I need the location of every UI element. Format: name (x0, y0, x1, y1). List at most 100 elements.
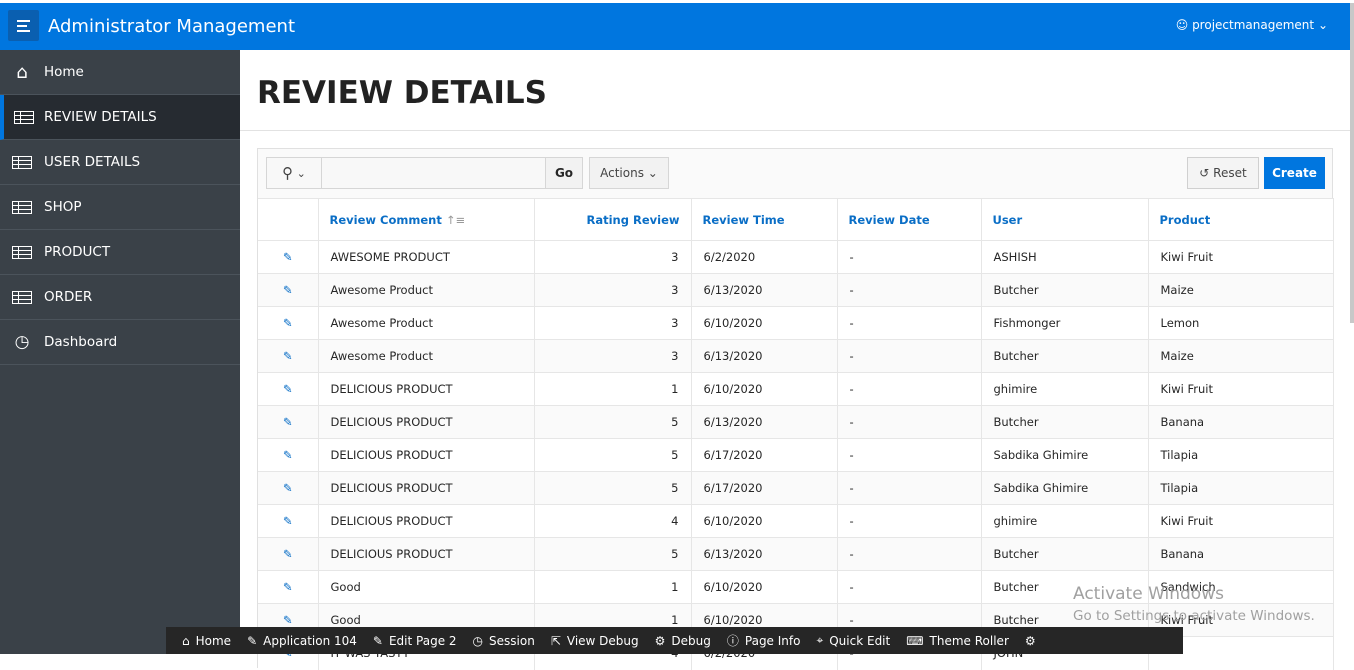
search-input[interactable] (322, 158, 545, 188)
sidebar-item-label: Dashboard (44, 334, 118, 350)
devbar-label: Edit Page 2 (388, 633, 457, 648)
chevron-down-icon: ⌄ (296, 166, 306, 180)
edit-icon[interactable]: ✎ (258, 306, 319, 340)
cell-review-date: - (837, 504, 982, 538)
cell-review-date: - (837, 405, 982, 439)
devbar-session[interactable]: ◷ Session (473, 634, 535, 648)
cell-review-time: 6/17/2020 (691, 471, 838, 505)
sidebar-item-dashboard[interactable]: ◷ Dashboard (0, 320, 240, 365)
devbar-view-debug[interactable]: ⇱ View Debug (551, 634, 639, 648)
reset-button[interactable]: ↺ Reset (1187, 157, 1259, 189)
sidebar-item-review-details[interactable]: REVIEW DETAILS (0, 95, 240, 140)
edit-icon[interactable]: ✎ (258, 438, 319, 472)
reset-icon: ↺ (1199, 166, 1210, 180)
user-menu[interactable]: ☺ projectmanagement ⌄ (1176, 18, 1328, 32)
sidebar-item-order[interactable]: ORDER (0, 275, 240, 320)
scrollbar[interactable] (1350, 3, 1354, 323)
actions-button[interactable]: Actions ⌄ (589, 157, 669, 189)
app-title[interactable]: Administrator Management (48, 16, 295, 37)
devbar-debug[interactable]: ⚙ Debug (655, 634, 711, 648)
cell-user: ghimire (981, 372, 1149, 406)
cell-product: Maize (1148, 273, 1334, 307)
search-column-button[interactable]: ⚲ ⌄ (267, 158, 322, 188)
table-row: ✎ Awesome Product 3 6/13/2020- Butcher Maize (258, 273, 1334, 307)
sidebar-item-product[interactable]: PRODUCT (0, 230, 240, 275)
edit-icon[interactable]: ✎ (258, 405, 319, 439)
menu-toggle-button[interactable] (8, 10, 39, 41)
column-header-rating-review[interactable]: Rating Review (534, 198, 692, 241)
table-icon (0, 155, 44, 169)
devbar-label: Theme Roller (929, 633, 1009, 648)
devbar-quick-edit[interactable]: ⌖ Quick Edit (816, 633, 890, 648)
edit-icon[interactable]: ✎ (258, 240, 319, 274)
edit-icon[interactable]: ✎ (258, 372, 319, 406)
devbar-page-info[interactable]: ⓘ Page Info (727, 632, 801, 649)
activate-windows-title: Activate Windows (1073, 584, 1224, 604)
cell-review-date: - (837, 240, 982, 274)
column-header-review-date[interactable]: Review Date (837, 198, 982, 241)
table-row: ✎ DELICIOUS PRODUCT 5 6/17/2020- Sabdika Ghi… (258, 438, 1334, 472)
edit-icon[interactable]: ✎ (258, 471, 319, 505)
devbar-label: Application 104 (263, 633, 357, 648)
cell-product: Maize (1148, 339, 1334, 373)
devbar-theme-roller[interactable]: ⌨ Theme Roller (906, 634, 1009, 648)
create-button[interactable]: Create (1264, 157, 1325, 189)
edit-icon[interactable]: ✎ (258, 570, 319, 604)
edit-icon[interactable]: ✎ (258, 273, 319, 307)
devbar-icon: ⌂ (182, 633, 190, 648)
sidebar-item-shop[interactable]: SHOP (0, 185, 240, 230)
activate-windows-subtitle: Go to Settings to activate Windows. (1073, 608, 1315, 624)
chevron-down-icon: ⌄ (647, 166, 658, 180)
sidebar-item-label: SHOP (44, 199, 82, 215)
cell-rating-review: 5 (534, 405, 692, 439)
settings-gear-icon[interactable]: ⚙ (1025, 634, 1036, 648)
cell-review-date: - (837, 339, 982, 373)
cell-user: Butcher (981, 339, 1149, 373)
table-row: ✎ Awesome Product 3 6/10/2020- Fishmonger Lem… (258, 306, 1334, 340)
cell-rating-review: 1 (534, 372, 692, 406)
cell-rating-review: 3 (534, 339, 692, 373)
cell-review-time: 6/13/2020 (691, 405, 838, 439)
cell-user: Fishmonger (981, 306, 1149, 340)
sort-ascending-icon: ↑≡ (445, 212, 466, 227)
cell-product: Kiwi Fruit (1148, 240, 1334, 274)
cell-review-date: - (837, 537, 982, 571)
dashboard-icon: ◷ (14, 332, 30, 352)
devbar-icon: ⓘ (726, 634, 739, 648)
top-header: Administrator Management ☺ projectmanage… (0, 3, 1350, 50)
column-header-user[interactable]: User (981, 198, 1149, 241)
sidebar-item-label: ORDER (44, 289, 93, 305)
devbar-label: Home (195, 633, 232, 648)
cell-review-comment: Awesome Product (318, 339, 535, 373)
home-icon: ⌂ (16, 61, 28, 83)
cell-user: Butcher (981, 273, 1149, 307)
devbar-icon: ◷ (472, 633, 484, 648)
edit-icon[interactable]: ✎ (258, 339, 319, 373)
sidebar-item-home[interactable]: ⌂ Home (0, 50, 240, 95)
column-header-review-time[interactable]: Review Time (691, 198, 838, 241)
divider (240, 130, 1350, 131)
column-header-product[interactable]: Product (1148, 198, 1334, 241)
cell-rating-review: 3 (534, 273, 692, 307)
cell-review-date: - (837, 306, 982, 340)
table-row: ✎ DELICIOUS PRODUCT 1 6/10/2020- ghimire Kiwi… (258, 372, 1334, 406)
devbar-label: View Debug (566, 633, 639, 648)
sidebar-item-label: Home (44, 64, 84, 80)
devbar-home[interactable]: ⌂ Home (182, 634, 231, 648)
cell-review-comment: Awesome Product (318, 273, 535, 307)
edit-icon[interactable]: ✎ (258, 537, 319, 571)
go-button[interactable]: Go (545, 157, 583, 189)
cell-user: Butcher (981, 405, 1149, 439)
cell-product: Lemon (1148, 306, 1334, 340)
cell-review-comment: DELICIOUS PRODUCT (318, 438, 535, 472)
devbar-application-104[interactable]: ✎ Application 104 (247, 634, 357, 648)
column-header-review-comment[interactable]: Review Comment ↑≡ (318, 198, 535, 241)
cell-review-comment: DELICIOUS PRODUCT (318, 471, 535, 505)
edit-icon[interactable]: ✎ (258, 504, 319, 538)
page-title: REVIEW DETAILS (257, 75, 547, 111)
devbar-edit-page-2[interactable]: ✎ Edit Page 2 (373, 634, 457, 648)
table-row: ✎ DELICIOUS PRODUCT 4 6/10/2020- ghimire Kiwi… (258, 504, 1334, 538)
table-row: ✎ DELICIOUS PRODUCT 5 6/13/2020- Butcher Bana… (258, 537, 1334, 571)
sidebar-item-user-details[interactable]: USER DETAILS (0, 140, 240, 185)
cell-user: Sabdika Ghimire (981, 471, 1149, 505)
